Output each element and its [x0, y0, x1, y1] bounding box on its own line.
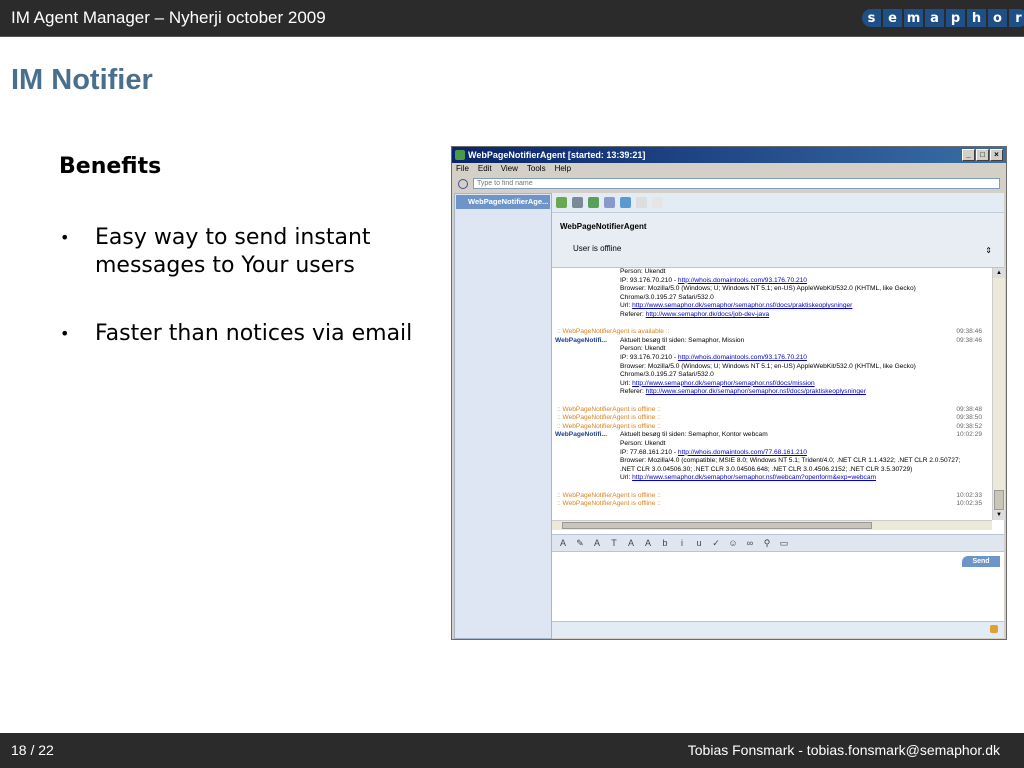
message-input[interactable]: Send	[552, 553, 1004, 621]
pen-icon[interactable]: ✎	[574, 538, 586, 549]
logo-letter: e	[883, 9, 902, 27]
message-link[interactable]: http://www.semaphor.dk/semaphor/semaphor…	[646, 388, 866, 395]
shrink-font-icon[interactable]: A	[642, 538, 654, 548]
menu-bar: File Edit View Tools Help	[456, 164, 571, 176]
semaphor-logo: semaphor	[862, 9, 1024, 27]
vertical-scrollbar[interactable]: ▲ ▼	[992, 268, 1005, 520]
message-link[interactable]: http://www.semaphor.dk/semaphor/semaphor…	[632, 302, 852, 309]
bullet-text: Faster than notices via email	[95, 321, 413, 346]
app-window: WebPageNotifierAgent [started: 13:39:21]…	[451, 146, 1007, 640]
message-link[interactable]: http://www.semaphor.dk/semaphor/semaphor…	[632, 474, 876, 481]
close-button[interactable]: ×	[990, 149, 1003, 161]
font-style-icon[interactable]: A	[591, 538, 603, 548]
header-title: IM Agent Manager – Nyherji october 2009	[11, 8, 326, 27]
message-timestamp: 10:02:29	[956, 431, 982, 439]
logo-letter: p	[946, 9, 965, 27]
lock-icon	[990, 625, 998, 633]
benefits-heading: Benefits	[59, 154, 162, 179]
logo-letter: h	[967, 9, 986, 27]
bullet-dot: •	[60, 228, 70, 247]
logo-letter: m	[904, 9, 923, 27]
bullet-text: Easy way to send instant messages to You…	[95, 225, 371, 278]
message-sender: WebPageNotifi...	[555, 336, 607, 344]
message-timestamp: 09:38:46	[956, 336, 982, 344]
menu-view[interactable]: View	[501, 164, 518, 176]
file-transfer-icon[interactable]	[604, 197, 615, 208]
send-button[interactable]: Send	[962, 556, 1000, 567]
system-message: :: WebPageNotifierAgent is offline ::	[557, 500, 661, 508]
conversation-panel: WebPageNotifierAgent User is offline ⇕ P…	[552, 193, 1005, 638]
message-link[interactable]: http://whois.domaintools.com/93.176.70.2…	[678, 277, 807, 284]
spellcheck-icon[interactable]: ✓	[710, 538, 722, 549]
message-link[interactable]: http://whois.domaintools.com/77.68.161.2…	[678, 449, 807, 456]
logo-letter: s	[862, 9, 881, 27]
contact-item-selected[interactable]: WebPageNotifierAge...	[456, 195, 550, 209]
contact-info-icon[interactable]	[572, 197, 583, 208]
minimize-button[interactable]: _	[962, 149, 975, 161]
menu-help[interactable]: Help	[555, 164, 571, 176]
scroll-down-icon[interactable]: ▼	[993, 510, 1005, 520]
disabled-action-icon	[652, 197, 663, 208]
message-history: Person: Ukendt IP: 93.176.70.210 - http:/…	[552, 268, 992, 520]
app-icon	[455, 150, 465, 160]
disabled-action-icon	[636, 197, 647, 208]
logo-letter: r	[1009, 9, 1024, 27]
message-text: Url: http://www.semaphor.dk/semaphor/sem…	[620, 474, 877, 482]
page-number: 18 / 22	[11, 742, 54, 758]
slide-footer: 18 / 22 Tobias Fonsmark - tobias.fonsmar…	[0, 733, 1024, 768]
contact-info-box: WebPageNotifierAgent User is offline ⇕	[552, 213, 1004, 268]
message-link[interactable]: http://www.semaphor.dk/docs/job-dev-java	[646, 311, 770, 318]
bold-icon[interactable]: b	[659, 538, 671, 548]
chevron-down-icon[interactable]: ⇕	[985, 246, 992, 255]
logo-letter: a	[925, 9, 944, 27]
message-text: Referer: http://www.semaphor.dk/docs/job…	[620, 311, 770, 318]
message-sender: WebPageNotifi...	[555, 431, 607, 439]
contact-status: User is offline	[573, 244, 622, 253]
menu-tools[interactable]: Tools	[527, 164, 546, 176]
add-contact-icon[interactable]	[556, 197, 567, 208]
italic-icon[interactable]: i	[676, 538, 688, 548]
contact-name: WebPageNotifierAgent	[560, 222, 647, 231]
window-title: WebPageNotifierAgent [started: 13:39:21]	[468, 150, 646, 160]
scroll-thumb[interactable]	[562, 522, 872, 529]
contact-list: WebPageNotifierAge...	[454, 193, 552, 639]
grow-font-icon[interactable]: A	[625, 538, 637, 548]
underline-icon[interactable]: u	[693, 538, 705, 548]
horizontal-scrollbar[interactable]	[552, 520, 992, 530]
scroll-thumb[interactable]	[994, 490, 1004, 510]
maximize-button[interactable]: □	[976, 149, 989, 161]
slide-title: IM Notifier	[11, 64, 153, 96]
send-message-icon[interactable]	[620, 197, 631, 208]
search-input[interactable]	[473, 178, 1000, 189]
message-link[interactable]: http://www.semaphor.dk/semaphor/semaphor…	[632, 380, 815, 387]
scroll-up-icon[interactable]: ▲	[993, 268, 1005, 278]
window-titlebar[interactable]: WebPageNotifierAgent [started: 13:39:21]…	[452, 147, 1006, 163]
screenshot-icon[interactable]: ▭	[778, 538, 790, 549]
emoticon-icon[interactable]: ☺	[727, 538, 739, 548]
message-link[interactable]: http://whois.domaintools.com/93.176.70.2…	[678, 354, 807, 361]
bullet-dot: •	[60, 324, 70, 343]
text-size-icon[interactable]: T	[608, 538, 620, 548]
menu-file[interactable]: File	[456, 164, 469, 176]
contact-toolbar	[552, 193, 1004, 213]
author-contact: Tobias Fonsmark - tobias.fonsmark@semaph…	[687, 742, 1000, 758]
call-icon[interactable]	[588, 197, 599, 208]
format-toolbar: A ✎ A T A A b i u ✓ ☺ ∞ ⚲ ▭	[552, 534, 1004, 552]
search-row	[456, 178, 1002, 191]
message-text: Referer: http://www.semaphor.dk/semaphor…	[620, 388, 866, 396]
link-icon[interactable]: ∞	[744, 538, 756, 548]
attach-icon[interactable]: ⚲	[761, 538, 773, 549]
slide-header: IM Agent Manager – Nyherji october 2009 …	[0, 0, 1024, 37]
font-icon[interactable]: A	[557, 538, 569, 548]
message-timestamp: 10:02:35	[956, 500, 982, 508]
search-icon	[458, 179, 468, 189]
logo-letter: o	[988, 9, 1007, 27]
status-bar	[552, 621, 1004, 638]
menu-edit[interactable]: Edit	[478, 164, 492, 176]
